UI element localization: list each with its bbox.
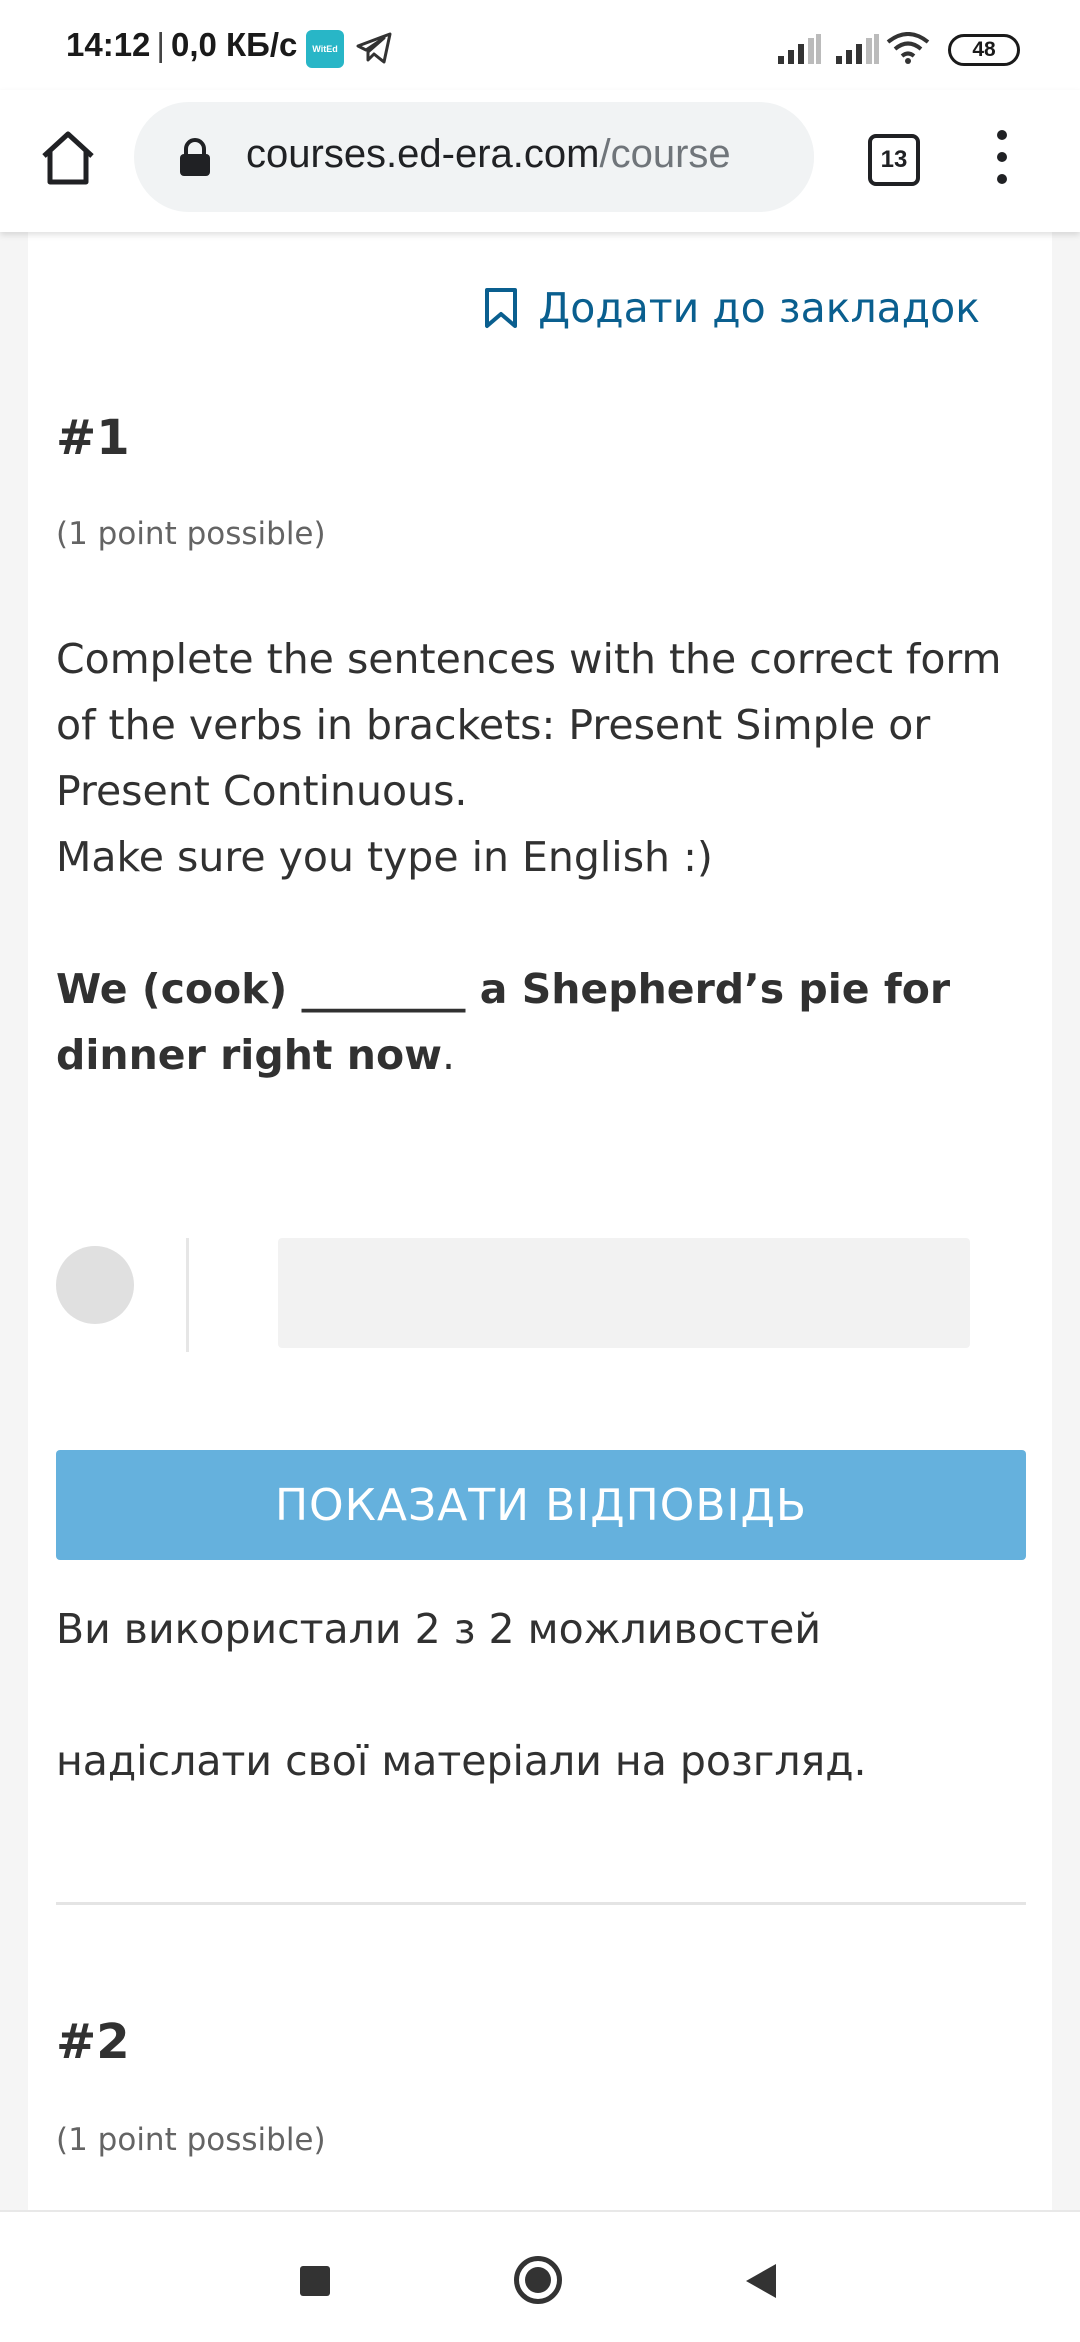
url-path: /course: [599, 132, 731, 176]
wifi-icon: [886, 32, 930, 64]
address-bar[interactable]: courses.ed-era.com/course: [134, 102, 814, 212]
recent-apps-icon[interactable]: [300, 2266, 330, 2296]
course-card: Додати до закладок #1 (1 point possible)…: [28, 232, 1052, 2210]
problem-instruction: Complete the sentences with the correct …: [56, 635, 1002, 815]
answer-separator: [186, 1238, 189, 1352]
status-bar: 14:12 | 0,0 КБ/с WitEd 48: [0, 0, 1080, 90]
status-time: 14:12 | 0,0 КБ/с: [66, 26, 297, 64]
url-domain: courses.ed-era.com: [246, 132, 600, 176]
bookmark-icon: [485, 288, 518, 328]
overflow-menu-icon[interactable]: [990, 130, 1014, 190]
problem-title: #1: [56, 410, 130, 466]
problem-points: (1 point possible): [56, 516, 326, 552]
lock-icon: [180, 138, 210, 176]
problem-divider: [56, 1902, 1026, 1905]
signal-strength-icon-2: [836, 34, 879, 64]
bookmark-label: Додати до закладок: [538, 284, 980, 332]
browser-toolbar: courses.ed-era.com/course 13: [0, 90, 1080, 232]
tab-switcher-button[interactable]: 13: [868, 134, 920, 186]
answer-status-indicator: [56, 1246, 134, 1324]
attempts-text: Ви використали 2 з 2 можливостей: [56, 1605, 821, 1653]
system-nav-bar: [0, 2210, 1080, 2342]
page-content: Додати до закладок #1 (1 point possible)…: [0, 232, 1080, 2210]
back-icon[interactable]: [744, 2262, 778, 2300]
problem-title-2: #2: [56, 2014, 130, 2070]
sentence-bold: We (cook) ________ a Shepherd’s pie for …: [56, 965, 951, 1079]
home-icon[interactable]: [38, 128, 98, 188]
problem-sentence: We (cook) ________ a Shepherd’s pie for …: [56, 956, 1016, 1088]
signal-strength-icon: [778, 34, 821, 64]
bookmark-link[interactable]: Додати до закладок: [484, 284, 980, 332]
problem-note: Make sure you type in English :): [56, 833, 713, 881]
net-speed-text: 0,0 КБ/с: [170, 26, 298, 63]
url-text: courses.ed-era.com/course: [246, 132, 731, 177]
sentence-end: .: [442, 1031, 456, 1079]
url-fade: [754, 102, 814, 212]
problem-points-2: (1 point possible): [56, 2122, 326, 2158]
battery-icon: 48: [948, 34, 1020, 66]
answer-input[interactable]: [278, 1238, 970, 1348]
telegram-icon: [356, 32, 392, 64]
show-answer-button[interactable]: ПОКАЗАТИ ВІДПОВІДЬ: [56, 1450, 1026, 1560]
home-circle-icon[interactable]: [514, 2256, 562, 2304]
wited-app-icon: WitEd: [306, 30, 344, 68]
clock-text: 14:12: [66, 26, 151, 63]
submission-text: надіслати свої матеріали на розгляд.: [56, 1737, 867, 1785]
status-separator: |: [156, 26, 165, 63]
